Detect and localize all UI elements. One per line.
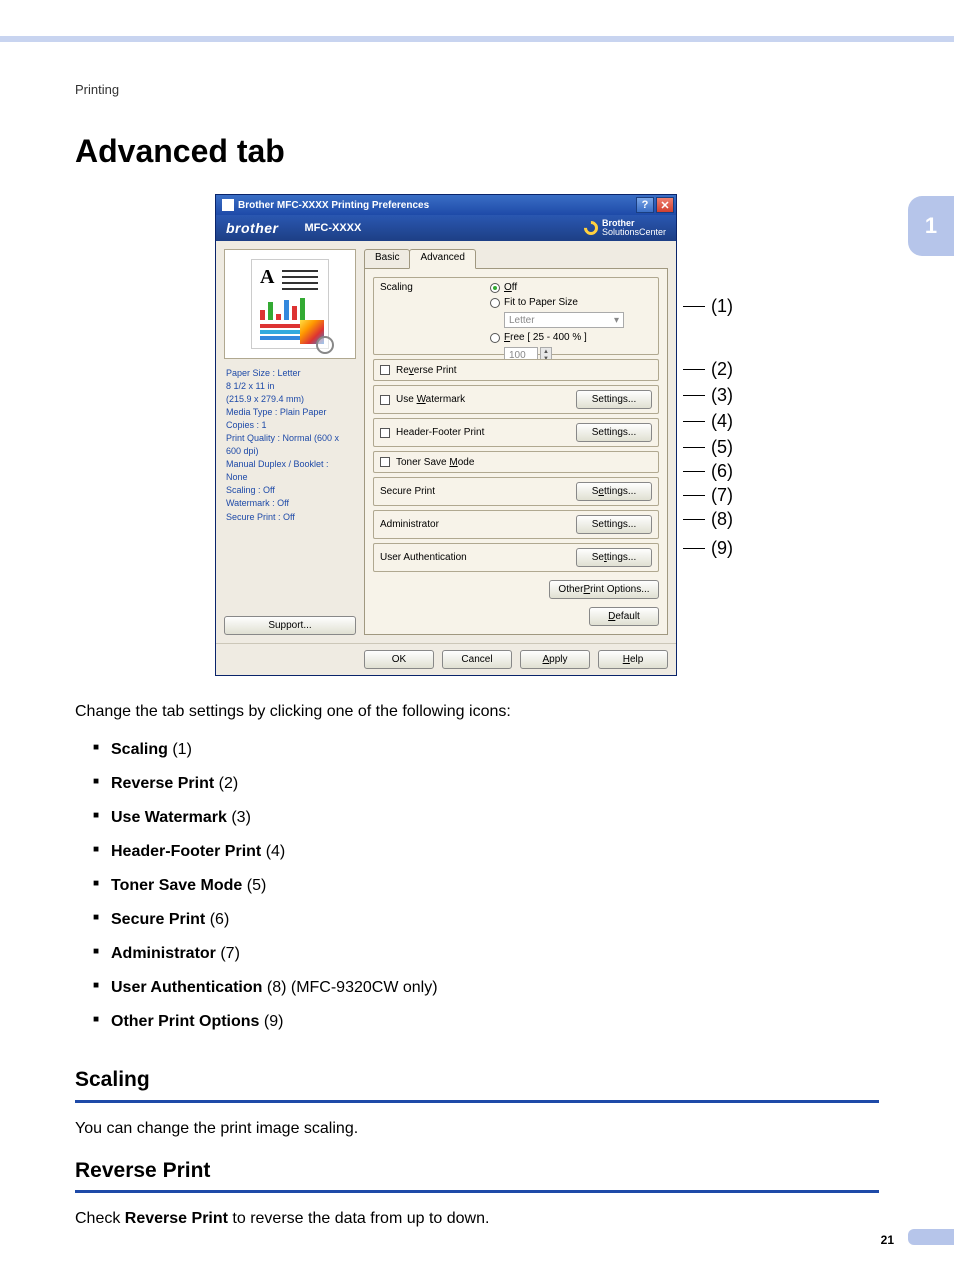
close-button[interactable]: ✕ (656, 197, 674, 213)
toner-save-checkbox[interactable] (380, 457, 390, 467)
apply-button[interactable]: Apply (520, 650, 590, 669)
page-number-tab (908, 1229, 954, 1245)
header-footer-checkbox[interactable] (380, 428, 390, 438)
ok-button[interactable]: OK (364, 650, 434, 669)
page-title: Advanced tab (75, 133, 879, 170)
brand-bar: brother MFC-XXXX BrotherSolutionsCenter (216, 215, 676, 241)
solutions-icon (581, 218, 601, 238)
reverse-print-checkbox[interactable] (380, 365, 390, 375)
fit-size-dropdown[interactable]: Letter▾ (504, 312, 624, 328)
page-number: 21 (881, 1233, 894, 1247)
scaling-off-radio[interactable] (490, 283, 500, 293)
use-watermark-row: Use Watermark Settings... (373, 385, 659, 414)
scaling-label: Scaling (380, 282, 490, 293)
section-rule (75, 1190, 879, 1193)
other-options-button[interactable]: Other Print Options... (549, 580, 659, 599)
reverse-desc: Check Reverse Print to reverse the data … (75, 1207, 879, 1231)
titlebar: Brother MFC-XXXX Printing Preferences ? … (216, 195, 676, 215)
dialog-window: Brother MFC-XXXX Printing Preferences ? … (215, 194, 677, 676)
cancel-button[interactable]: Cancel (442, 650, 512, 669)
scaling-fit-radio[interactable] (490, 298, 500, 308)
brand-logo: brother (226, 220, 279, 236)
section-rule (75, 1100, 879, 1103)
scaling-free-radio[interactable] (490, 333, 500, 343)
window-title: Brother MFC-XXXX Printing Preferences (238, 200, 634, 211)
tab-basic[interactable]: Basic (364, 249, 410, 269)
header-footer-row: Header-Footer Print Settings... (373, 418, 659, 447)
breadcrumb: Printing (75, 82, 879, 97)
intro-text: Change the tab settings by clicking one … (75, 700, 879, 724)
watermark-checkbox[interactable] (380, 395, 390, 405)
page-preview: A (224, 249, 356, 359)
help-button[interactable]: ? (636, 197, 654, 213)
scaling-heading: Scaling (75, 1064, 879, 1096)
app-icon (222, 199, 234, 211)
toner-save-row: Toner Save Mode (373, 451, 659, 473)
reverse-print-row: Reverse Print (373, 359, 659, 381)
user-auth-row: User Authentication Settings... (373, 543, 659, 572)
default-button[interactable]: Default (589, 607, 659, 626)
help-button-footer[interactable]: Help (598, 650, 668, 669)
scaling-group: Scaling Off Fit to Paper Size Letter▾ Fr… (373, 277, 659, 355)
admin-settings-button[interactable]: Settings... (576, 515, 652, 534)
secure-settings-button[interactable]: Settings... (576, 482, 652, 501)
userauth-settings-button[interactable]: Settings... (576, 548, 652, 567)
solutions-link[interactable]: BrotherSolutionsCenter (584, 219, 666, 237)
reverse-heading: Reverse Print (75, 1155, 879, 1187)
model-label: MFC-XXXX (305, 222, 362, 234)
feature-list: Scaling (1) Reverse Print (2) Use Waterm… (75, 738, 879, 1034)
settings-summary: Paper Size : Letter 8 1/2 x 11 in (215.9… (224, 363, 356, 528)
watermark-settings-button[interactable]: Settings... (576, 390, 652, 409)
callout-column: (1) (2) (3) (4) (5) (6) (7) (8) (9) (683, 194, 739, 604)
support-button[interactable]: Support... (224, 616, 356, 635)
administrator-row: Administrator Settings... (373, 510, 659, 539)
scaling-desc: You can change the print image scaling. (75, 1117, 879, 1141)
tab-advanced[interactable]: Advanced (409, 249, 475, 269)
header-footer-settings-button[interactable]: Settings... (576, 423, 652, 442)
secure-print-row: Secure Print Settings... (373, 477, 659, 506)
